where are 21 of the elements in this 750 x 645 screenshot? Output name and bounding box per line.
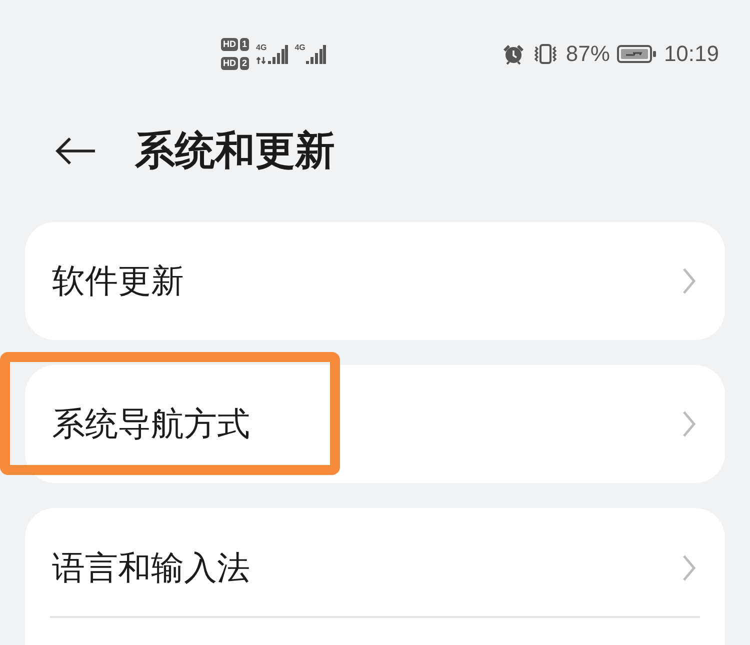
signal-icon bbox=[268, 45, 288, 65]
settings-item[interactable]: 系统导航方式 bbox=[25, 365, 725, 483]
battery-charging-icon bbox=[616, 44, 657, 64]
vibrate-icon bbox=[532, 43, 559, 65]
settings-item[interactable]: 软件更新 bbox=[25, 222, 725, 340]
network-type-label: 4G bbox=[294, 44, 306, 52]
alarm-clock-icon bbox=[502, 43, 525, 65]
clock-time: 10:19 bbox=[664, 41, 719, 67]
battery-percent: 87% bbox=[566, 41, 610, 67]
hd-badge: HD bbox=[221, 57, 238, 70]
chevron-right-icon bbox=[682, 267, 696, 295]
page-title: 系统和更新 bbox=[135, 127, 335, 176]
back-icon[interactable] bbox=[55, 136, 95, 166]
sim-number-badge: 2 bbox=[240, 57, 250, 70]
sim-number-badge: 1 bbox=[240, 38, 250, 51]
chevron-right-icon bbox=[682, 410, 696, 438]
settings-item[interactable]: 语言和输入法 bbox=[25, 508, 725, 616]
signal-icon bbox=[306, 45, 326, 65]
hd-badge: HD bbox=[221, 38, 238, 51]
chevron-right-icon bbox=[682, 554, 696, 582]
network-type-label: 4G bbox=[256, 44, 267, 52]
